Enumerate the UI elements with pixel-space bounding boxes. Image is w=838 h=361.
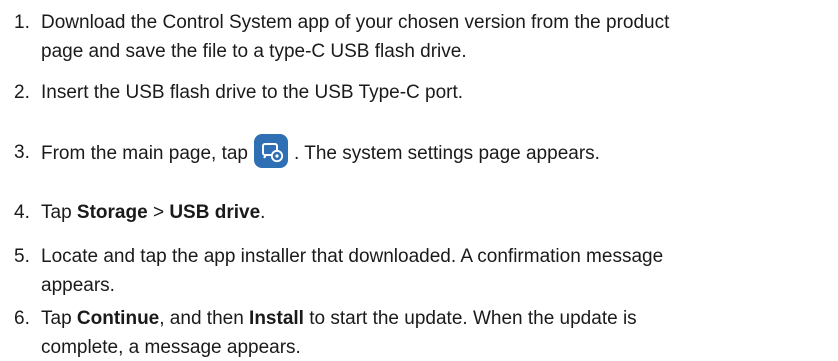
step-text-line: Locate and tap the app installer that do… [41, 246, 664, 267]
step-text: Tap Continue, and then Install to start … [41, 306, 836, 361]
step-text: Tap Storage > USB drive. [41, 200, 836, 226]
step-text-mid: , and then [159, 308, 250, 329]
step-text-suffix: . [260, 202, 266, 223]
menu-path-storage: Storage [76, 202, 148, 223]
button-name-install: Install [249, 308, 304, 329]
step-number: 6. [14, 308, 30, 329]
system-settings-icon [254, 134, 288, 168]
step-number: 5. [14, 246, 30, 267]
step-text: Download the Control System app of your … [41, 10, 836, 65]
step-text-line: Download the Control System app of your … [41, 12, 670, 33]
button-name-continue: Continue [76, 308, 160, 329]
step-text-line: appears. [41, 275, 115, 296]
step-text-line: Tap Continue, and then Install to start … [41, 306, 836, 332]
step-text-suffix: to start the update. When the update is [303, 308, 637, 329]
menu-path-separator: > [147, 202, 170, 223]
step-number: 4. [14, 202, 30, 223]
step-text: Insert the USB flash drive to the USB Ty… [41, 82, 464, 103]
step-text-line: page and save the file to a type-C USB f… [41, 41, 467, 62]
step-text: Locate and tap the app installer that do… [41, 244, 836, 299]
step-text-before: From the main page, tap [41, 143, 248, 165]
step-number: 1. [14, 12, 30, 33]
menu-path-usb-drive: USB drive [169, 202, 261, 223]
step-text-after: . The system settings page appears. [294, 143, 600, 165]
step-text-prefix: Tap [41, 202, 77, 223]
step-text: From the main page, tap . The system set… [41, 134, 836, 168]
step-text-prefix: Tap [41, 308, 77, 329]
step-number: 3. [14, 142, 30, 163]
step-number: 2. [14, 82, 30, 103]
step-text-line: complete, a message appears. [41, 337, 301, 358]
